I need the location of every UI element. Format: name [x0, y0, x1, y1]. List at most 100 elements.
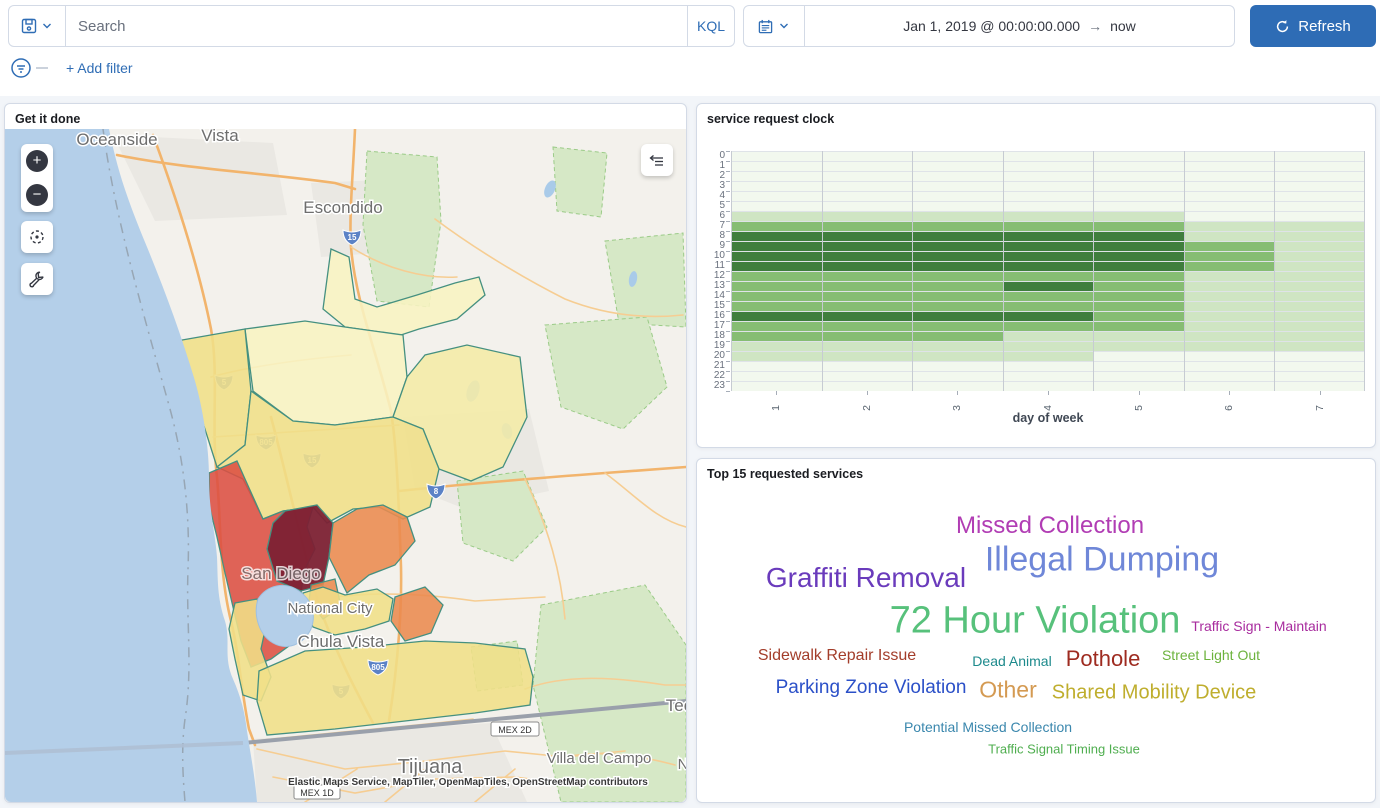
heatmap-cell[interactable] [1003, 192, 1094, 201]
heatmap-cell[interactable] [912, 332, 1003, 341]
tag-cloud-item[interactable]: Traffic Sign - Maintain [1191, 618, 1326, 634]
add-filter-button[interactable]: + Add filter [66, 60, 133, 76]
heatmap-cell[interactable] [731, 272, 822, 281]
heatmap-cell[interactable] [1093, 162, 1184, 171]
heatmap-cell[interactable] [1274, 192, 1365, 201]
tag-cloud-item[interactable]: Potential Missed Collection [904, 719, 1072, 735]
heatmap-cell[interactable] [731, 302, 822, 311]
heatmap-cell[interactable] [1184, 152, 1275, 161]
heatmap-cell[interactable] [1274, 222, 1365, 231]
heatmap-cell[interactable] [912, 362, 1003, 371]
heatmap-cell[interactable] [1093, 182, 1184, 191]
heatmap-cell[interactable] [822, 342, 913, 351]
heatmap-cell[interactable] [1184, 252, 1275, 261]
tag-cloud-item[interactable]: Shared Mobility Device [1052, 682, 1257, 705]
tag-cloud-item[interactable]: Dead Animal [972, 653, 1051, 669]
heatmap-cell[interactable] [1093, 192, 1184, 201]
heatmap-cell[interactable] [1093, 242, 1184, 251]
heatmap-cell[interactable] [1184, 162, 1275, 171]
heatmap-cell[interactable] [822, 352, 913, 361]
heatmap-cell[interactable] [731, 232, 822, 241]
heatmap-cell[interactable] [731, 152, 822, 161]
heatmap-cell[interactable] [1003, 262, 1094, 271]
heatmap-cell[interactable] [731, 192, 822, 201]
heatmap-cell[interactable] [1003, 222, 1094, 231]
heatmap-cell[interactable] [1184, 182, 1275, 191]
heatmap-cell[interactable] [1093, 282, 1184, 291]
heatmap-cell[interactable] [822, 232, 913, 241]
heatmap-cell[interactable] [1093, 272, 1184, 281]
heatmap-cell[interactable] [912, 312, 1003, 321]
tag-cloud-item[interactable]: Traffic Signal Timing Issue [988, 742, 1140, 757]
heatmap-cell[interactable] [1093, 262, 1184, 271]
heatmap-cell[interactable] [912, 192, 1003, 201]
heatmap-cell[interactable] [1003, 342, 1094, 351]
legend-collapse-button[interactable] [641, 144, 673, 176]
heatmap-cell[interactable] [912, 342, 1003, 351]
heatmap-cell[interactable] [731, 162, 822, 171]
heatmap-cell[interactable] [822, 302, 913, 311]
heatmap-cell[interactable] [1003, 282, 1094, 291]
heatmap-cell[interactable] [912, 212, 1003, 221]
heatmap-cell[interactable] [1003, 372, 1094, 381]
heatmap-cell[interactable] [1003, 362, 1094, 371]
heatmap-cell[interactable] [822, 272, 913, 281]
heatmap-cell[interactable] [1003, 182, 1094, 191]
map-tools-button[interactable] [21, 263, 53, 295]
heatmap-cell[interactable] [912, 302, 1003, 311]
heatmap-cell[interactable] [822, 292, 913, 301]
heatmap-cell[interactable] [1003, 212, 1094, 221]
heatmap-cell[interactable] [822, 362, 913, 371]
heatmap-cell[interactable] [1093, 362, 1184, 371]
heatmap-cell[interactable] [822, 162, 913, 171]
heatmap-cell[interactable] [822, 212, 913, 221]
heatmap-cell[interactable] [1274, 212, 1365, 221]
heatmap-cell[interactable] [1184, 322, 1275, 331]
heatmap-cell[interactable] [822, 172, 913, 181]
tag-cloud-item[interactable]: 72 Hour Violation [890, 600, 1181, 643]
heatmap-cell[interactable] [1274, 292, 1365, 301]
heatmap-cell[interactable] [1093, 342, 1184, 351]
heatmap-cell[interactable] [912, 202, 1003, 211]
kql-syntax-button[interactable]: KQL [687, 6, 734, 46]
heatmap-cell[interactable] [1003, 322, 1094, 331]
tag-cloud-item[interactable]: Parking Zone Violation [776, 677, 967, 699]
heatmap-cell[interactable] [822, 182, 913, 191]
map-fit-to-data-button[interactable] [21, 221, 53, 253]
heatmap-cell[interactable] [1003, 172, 1094, 181]
saved-query-menu-button[interactable] [9, 6, 66, 46]
map-canvas[interactable]: 5 805 15 5 [5, 129, 686, 802]
heatmap-cell[interactable] [1093, 372, 1184, 381]
heatmap-cell[interactable] [1274, 312, 1365, 321]
heatmap-cell[interactable] [1003, 242, 1094, 251]
heatmap-cell[interactable] [1274, 202, 1365, 211]
heatmap-cell[interactable] [1184, 312, 1275, 321]
heatmap-cell[interactable] [731, 262, 822, 271]
heatmap-cell[interactable] [1003, 162, 1094, 171]
heatmap-cell[interactable] [731, 332, 822, 341]
heatmap-cell[interactable] [912, 282, 1003, 291]
heatmap-cell[interactable] [1093, 152, 1184, 161]
heatmap-cell[interactable] [1093, 312, 1184, 321]
heatmap-cell[interactable] [912, 162, 1003, 171]
heatmap-cell[interactable] [1093, 252, 1184, 261]
heatmap-cell[interactable] [822, 322, 913, 331]
heatmap-cell[interactable] [1274, 282, 1365, 291]
heatmap-cell[interactable] [1003, 382, 1094, 391]
heatmap-cell[interactable] [1003, 312, 1094, 321]
heatmap-cell[interactable] [1274, 242, 1365, 251]
heatmap-cell[interactable] [1093, 332, 1184, 341]
heatmap-cell[interactable] [1003, 352, 1094, 361]
heatmap-cell[interactable] [1274, 182, 1365, 191]
heatmap-cell[interactable] [1003, 302, 1094, 311]
heatmap-cell[interactable] [731, 212, 822, 221]
heatmap-cell[interactable] [912, 272, 1003, 281]
heatmap-cell[interactable] [912, 372, 1003, 381]
heatmap-cell[interactable] [1093, 322, 1184, 331]
heatmap-cell[interactable] [1274, 162, 1365, 171]
heatmap-cell[interactable] [822, 312, 913, 321]
heatmap-cell[interactable] [731, 342, 822, 351]
heatmap-cell[interactable] [1184, 212, 1275, 221]
heatmap-cell[interactable] [1093, 172, 1184, 181]
heatmap-cell[interactable] [912, 292, 1003, 301]
